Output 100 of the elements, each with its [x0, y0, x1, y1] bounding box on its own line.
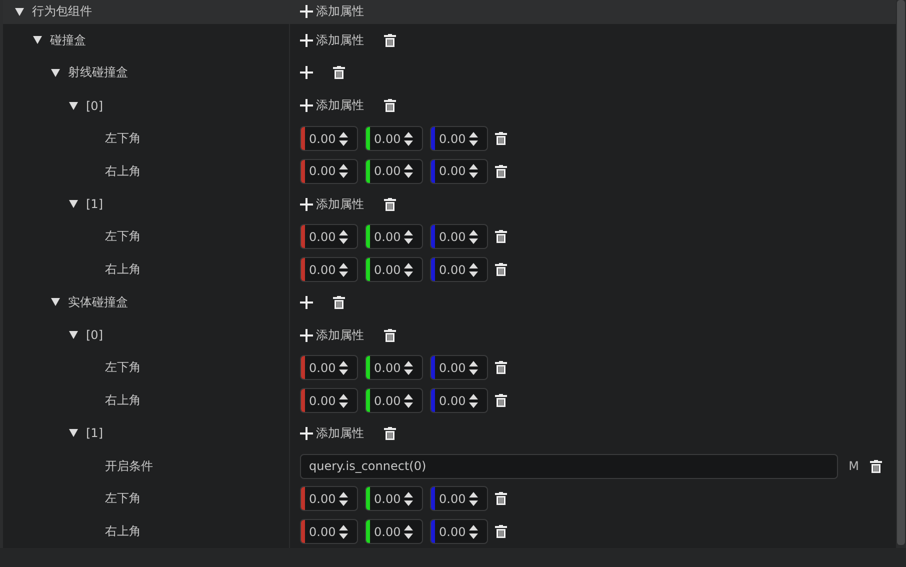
- delete-button[interactable]: [384, 328, 396, 342]
- spinner-icon[interactable]: [404, 130, 413, 146]
- number-field[interactable]: 0.00: [300, 158, 358, 184]
- plus-icon: [300, 34, 313, 47]
- number-field[interactable]: 0.00: [300, 486, 358, 512]
- caret-icon[interactable]: [69, 200, 78, 208]
- spinner-icon[interactable]: [339, 392, 348, 409]
- spinner-icon[interactable]: [404, 262, 413, 278]
- delete-button[interactable]: [333, 66, 345, 80]
- spinner-icon[interactable]: [404, 524, 413, 540]
- spinner-icon[interactable]: [339, 490, 348, 507]
- number-field[interactable]: 0.00: [365, 486, 423, 512]
- caret-icon[interactable]: [51, 298, 60, 306]
- spinner-icon[interactable]: [339, 262, 348, 278]
- delete-button[interactable]: [384, 99, 396, 112]
- number-field[interactable]: 0.00: [365, 388, 423, 414]
- delete-button[interactable]: [495, 164, 507, 178]
- number-field[interactable]: 0.00: [430, 257, 488, 282]
- plus-icon: [300, 426, 313, 440]
- spinner-icon[interactable]: [339, 228, 348, 245]
- add-property-button[interactable]: 添加属性: [300, 196, 364, 213]
- add-property-button[interactable]: 添加属性: [300, 424, 364, 442]
- delete-icon: [495, 394, 507, 408]
- number-field[interactable]: 0.00: [300, 388, 358, 414]
- spinner-icon[interactable]: [339, 360, 348, 376]
- property-label: 左下角: [105, 130, 141, 147]
- number-field[interactable]: 0.00: [430, 519, 488, 544]
- tree-label: 行为包组件: [32, 3, 92, 20]
- delete-button[interactable]: [495, 361, 507, 374]
- spinner-icon[interactable]: [404, 228, 413, 245]
- caret-icon[interactable]: [15, 8, 24, 16]
- caret-icon[interactable]: [69, 429, 78, 438]
- number-field[interactable]: 0.00: [365, 126, 423, 151]
- spinner-icon[interactable]: [404, 392, 413, 409]
- scrollbar[interactable]: [896, 0, 906, 548]
- number-field[interactable]: 0.00: [300, 355, 358, 380]
- add-property-button[interactable]: [300, 66, 313, 80]
- delete-icon: [384, 198, 396, 211]
- delete-icon: [495, 361, 507, 374]
- number-field[interactable]: 0.00: [365, 355, 423, 380]
- spinner-icon[interactable]: [469, 490, 478, 507]
- number-field[interactable]: 0.00: [430, 355, 488, 380]
- number-field[interactable]: 0.00: [430, 486, 488, 512]
- property-label: 左下角: [105, 228, 141, 246]
- delete-button[interactable]: [333, 296, 345, 309]
- plus-icon: [300, 66, 313, 80]
- add-property-button[interactable]: 添加属性: [300, 97, 364, 114]
- delete-button[interactable]: [495, 263, 507, 276]
- number-field[interactable]: 0.00: [300, 519, 358, 544]
- delete-button[interactable]: [384, 426, 396, 440]
- spinner-icon[interactable]: [404, 360, 413, 376]
- number-field[interactable]: 0.00: [430, 388, 488, 414]
- delete-button[interactable]: [384, 34, 396, 47]
- number-field[interactable]: 0.00: [300, 126, 358, 151]
- number-field[interactable]: 0.00: [300, 224, 358, 250]
- caret-icon[interactable]: [69, 331, 78, 340]
- number-field[interactable]: 0.00: [365, 158, 423, 184]
- delete-button[interactable]: [495, 525, 507, 538]
- delete-button[interactable]: [495, 394, 507, 408]
- spinner-icon[interactable]: [469, 392, 478, 409]
- add-property-button[interactable]: 添加属性: [300, 326, 364, 344]
- mode-button[interactable]: M: [844, 459, 863, 474]
- spinner-icon[interactable]: [339, 163, 348, 180]
- caret-icon[interactable]: [33, 36, 42, 44]
- plus-icon: [300, 5, 313, 18]
- spinner-icon[interactable]: [404, 163, 413, 180]
- expression-field[interactable]: query.is_connect(0): [300, 454, 838, 479]
- add-property-button[interactable]: 添加属性: [300, 3, 364, 20]
- property-label: 开启条件: [105, 458, 153, 475]
- spinner-icon[interactable]: [469, 228, 478, 245]
- number-field[interactable]: 0.00: [365, 257, 423, 282]
- delete-button[interactable]: [495, 132, 507, 145]
- delete-button[interactable]: [384, 198, 396, 211]
- caret-icon[interactable]: [69, 102, 78, 110]
- delete-icon: [495, 525, 507, 538]
- add-property-button[interactable]: 添加属性: [300, 32, 364, 49]
- spinner-icon[interactable]: [469, 262, 478, 278]
- number-field[interactable]: 0.00: [430, 224, 488, 250]
- property-label: 右上角: [105, 162, 141, 180]
- number-field[interactable]: 0.00: [430, 158, 488, 184]
- spinner-icon[interactable]: [469, 360, 478, 376]
- spinner-icon[interactable]: [469, 163, 478, 180]
- spinner-icon[interactable]: [469, 130, 478, 146]
- caret-icon[interactable]: [51, 68, 60, 77]
- delete-button[interactable]: [870, 460, 882, 473]
- add-property-button[interactable]: [300, 296, 313, 309]
- delete-button[interactable]: [495, 230, 507, 244]
- delete-icon: [333, 66, 345, 80]
- spinner-icon[interactable]: [339, 524, 348, 540]
- number-field[interactable]: 0.00: [430, 126, 488, 151]
- spinner-icon[interactable]: [339, 130, 348, 146]
- number-field[interactable]: 0.00: [365, 519, 423, 544]
- spinner-icon[interactable]: [404, 490, 413, 507]
- delete-button[interactable]: [495, 492, 507, 506]
- spinner-icon[interactable]: [469, 524, 478, 540]
- number-field[interactable]: 0.00: [365, 224, 423, 250]
- delete-icon: [384, 99, 396, 112]
- property-label: 左下角: [105, 359, 141, 376]
- number-field[interactable]: 0.00: [300, 257, 358, 282]
- property-label: 右上角: [105, 392, 141, 410]
